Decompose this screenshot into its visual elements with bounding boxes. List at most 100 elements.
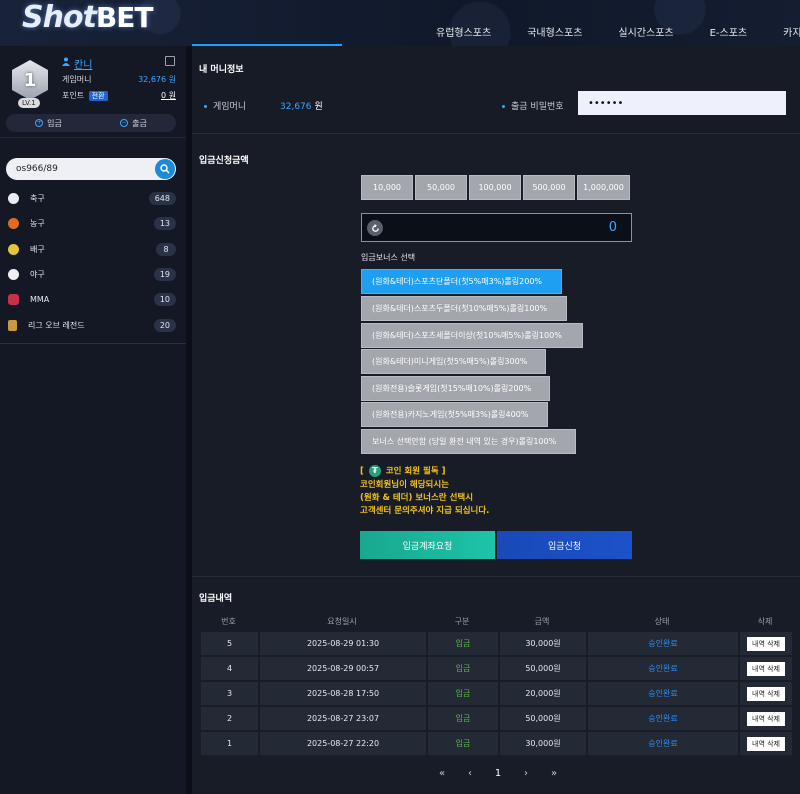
apply-deposit-button[interactable]: 입금신청 bbox=[497, 531, 632, 559]
first-page-button[interactable]: « bbox=[437, 768, 447, 779]
sidebar-withdraw-button[interactable]: − 출금 bbox=[91, 114, 176, 132]
sport-item-soccer[interactable]: 축구 648 bbox=[0, 186, 186, 211]
sport-count: 19 bbox=[153, 268, 176, 282]
section-divider bbox=[192, 576, 800, 577]
bonus-option-3[interactable]: (원화&테더)스포츠세폴더이상(첫10%매5%)롤링100% bbox=[361, 323, 583, 348]
sport-item-mma[interactable]: MMA 10 bbox=[0, 287, 186, 312]
level-badge: 1 bbox=[12, 60, 48, 102]
sport-count: 648 bbox=[148, 192, 176, 206]
amount-button-1000000[interactable]: 1,000,000 bbox=[577, 175, 630, 200]
amount-button-100000[interactable]: 100,000 bbox=[469, 175, 521, 200]
nav-live-sports[interactable]: 실시간스포츠 bbox=[618, 24, 673, 39]
bullet-dot-icon bbox=[204, 105, 207, 108]
mma-glove-icon bbox=[8, 294, 19, 306]
bonus-option-4[interactable]: (원화&테더)미니게임(첫5%매5%)롤링300% bbox=[361, 349, 546, 374]
bonus-option-1[interactable]: (원화&테더)스포츠단폴더(첫5%매3%)롤링200% bbox=[361, 269, 562, 294]
logout-icon[interactable] bbox=[165, 56, 175, 66]
table-row: 4 2025-08-29 00:57 입금 50,000원 승인완료 내역 삭제 bbox=[199, 657, 792, 680]
deposit-label: 입금 bbox=[47, 118, 62, 128]
volleyball-icon bbox=[8, 243, 19, 255]
delete-history-button[interactable]: 내역 삭제 bbox=[747, 736, 785, 751]
sport-item-basketball[interactable]: 농구 13 bbox=[0, 211, 186, 236]
search-button[interactable] bbox=[155, 159, 175, 179]
basketball-icon bbox=[8, 218, 19, 230]
table-row: 2 2025-08-27 23:07 입금 50,000원 승인완료 내역 삭제 bbox=[199, 707, 792, 730]
bullet-dot-icon bbox=[502, 105, 505, 108]
username-link[interactable]: 칸니 bbox=[74, 56, 92, 71]
col-type: 구분 bbox=[454, 616, 470, 626]
league-of-legends-icon bbox=[8, 319, 17, 331]
nav-european-sports[interactable]: 유럽형스포츠 bbox=[436, 24, 491, 39]
user-icon bbox=[62, 57, 70, 66]
delete-history-button[interactable]: 내역 삭제 bbox=[747, 636, 785, 651]
bonus-option-5[interactable]: (원화전용)슬롯게임(첫15%매10%)롤링200% bbox=[361, 376, 550, 401]
sport-item-volleyball[interactable]: 배구 8 bbox=[0, 237, 186, 262]
main-nav: 유럽형스포츠 국내형스포츠 실시간스포츠 E-스포츠 카지노 bbox=[436, 24, 800, 39]
current-page[interactable]: 1 bbox=[493, 768, 503, 779]
table-row: 1 2025-08-27 22:20 입금 30,000원 승인완료 내역 삭제 bbox=[199, 732, 792, 755]
table-row: 5 2025-08-29 01:30 입금 30,000원 승인완료 내역 삭제 bbox=[199, 632, 792, 655]
quick-amount-buttons: 10,000 50,000 100,000 500,000 1,000,000 bbox=[361, 175, 630, 200]
bonus-option-7[interactable]: 보너스 선택안함 (당일 환전 내역 있는 경우)롤링100% bbox=[361, 429, 576, 454]
nav-korean-sports[interactable]: 국내형스포츠 bbox=[527, 24, 582, 39]
level-label: LV.1 bbox=[18, 98, 40, 108]
point-switch-button[interactable]: 전환 bbox=[88, 91, 108, 101]
bonus-select-label: 입금보너스 선택 bbox=[361, 253, 416, 262]
withdraw-password-label: 출금 비밀번호 bbox=[502, 99, 564, 112]
refresh-icon bbox=[371, 223, 379, 232]
deposit-amount-title: 입금신청금액 bbox=[199, 156, 249, 166]
main-content: 내 머니정보 게임머니 32,676원 출금 비밀번호 입금신청금액 10,00… bbox=[192, 46, 800, 794]
game-money-amount: 32,676 원 bbox=[280, 102, 323, 112]
top-header: ShotBET 유럽형스포츠 국내형스포츠 실시간스포츠 E-스포츠 카지노 bbox=[0, 0, 800, 46]
logo-suffix: BET bbox=[95, 1, 154, 34]
amount-button-500000[interactable]: 500,000 bbox=[523, 175, 575, 200]
point-value: 0 원 bbox=[161, 91, 176, 100]
col-amount: 금액 bbox=[534, 616, 550, 626]
sidebar-divider bbox=[0, 343, 186, 344]
game-money-label: 게임머니 bbox=[204, 99, 246, 112]
withdraw-password-input[interactable] bbox=[578, 91, 786, 115]
point-label: 포인트 bbox=[62, 91, 85, 100]
deposit-amount-value: 0 bbox=[608, 220, 617, 235]
plus-circle-icon: + bbox=[35, 119, 44, 127]
sport-item-lol[interactable]: 리그 오브 레전드 20 bbox=[0, 312, 186, 337]
nav-esports[interactable]: E-스포츠 bbox=[710, 24, 748, 39]
nav-casino[interactable]: 카지노 bbox=[783, 24, 800, 39]
table-row: 3 2025-08-28 17:50 입금 20,000원 승인완료 내역 삭제 bbox=[199, 682, 792, 705]
sport-item-baseball[interactable]: 야구 19 bbox=[0, 262, 186, 287]
site-logo[interactable]: ShotBET bbox=[22, 0, 153, 35]
table-header-row: 번호 요청일시 구분 금액 상태 삭제 bbox=[199, 612, 792, 630]
search-input[interactable] bbox=[16, 162, 146, 176]
bonus-option-6[interactable]: (원화전용)카지노게임(첫5%매3%)롤링400% bbox=[361, 402, 548, 427]
logo-prefix: Shot bbox=[22, 0, 97, 35]
point-row: 포인트 전환 0 원 bbox=[62, 90, 176, 101]
deposit-amount-field[interactable]: 0 bbox=[361, 213, 632, 242]
pagination: « ‹ 1 › » bbox=[437, 768, 559, 779]
tether-coin-icon: ₮ bbox=[368, 465, 381, 477]
col-number: 번호 bbox=[221, 616, 236, 626]
last-page-button[interactable]: » bbox=[549, 768, 559, 779]
sport-count: 20 bbox=[153, 318, 176, 332]
request-deposit-account-button[interactable]: 입금계좌요청 bbox=[360, 531, 495, 559]
col-delete: 삭제 bbox=[757, 616, 773, 626]
prev-page-button[interactable]: ‹ bbox=[465, 768, 475, 779]
delete-history-button[interactable]: 내역 삭제 bbox=[747, 686, 785, 701]
bonus-option-2[interactable]: (원화&테더)스포츠두폴더(첫10%매5%)롤링100% bbox=[361, 296, 567, 321]
next-page-button[interactable]: › bbox=[521, 768, 531, 779]
sports-list: 축구 648 농구 13 배구 8 야구 19 MMA 10 리그 오브 레전드 20 bbox=[0, 186, 186, 338]
amount-button-10000[interactable]: 10,000 bbox=[361, 175, 413, 200]
sidebar: 1 LV.1 칸니 게임머니 32,676 원 포인트 전환 0 원 + 입금 −… bbox=[0, 46, 186, 794]
sport-count: 8 bbox=[156, 242, 176, 256]
baseball-icon bbox=[8, 269, 19, 281]
game-money-row: 게임머니 32,676 원 bbox=[62, 74, 176, 85]
delete-history-button[interactable]: 내역 삭제 bbox=[747, 711, 785, 726]
amount-button-50000[interactable]: 50,000 bbox=[415, 175, 467, 200]
sidebar-deposit-button[interactable]: + 입금 bbox=[6, 114, 91, 132]
reset-button[interactable] bbox=[367, 220, 383, 236]
soccer-ball-icon bbox=[8, 193, 19, 205]
level-hexagon-icon: 1 bbox=[12, 60, 48, 100]
delete-history-button[interactable]: 내역 삭제 bbox=[747, 661, 785, 676]
deposit-withdraw-bar: + 입금 − 출금 bbox=[6, 114, 176, 132]
level-number: 1 bbox=[23, 69, 37, 91]
game-money-label: 게임머니 bbox=[62, 75, 92, 84]
